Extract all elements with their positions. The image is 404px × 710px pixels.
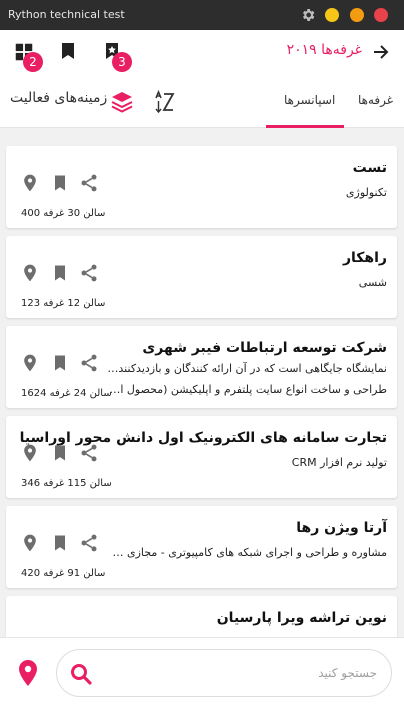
hall-booth-info: سالن 115 غرفه 346	[21, 478, 112, 489]
title-bar: Rython technical test	[0, 0, 404, 30]
search-input[interactable]	[101, 662, 377, 684]
search-bar	[0, 637, 404, 710]
bookmark-icon[interactable]	[50, 173, 70, 193]
list-item[interactable]: نوین تراشه ویرا پارسیان	[6, 596, 397, 637]
item-title: تجارت سامانه های الکترونیک اول دانش محور…	[19, 430, 387, 446]
location-pin-icon[interactable]	[20, 443, 40, 463]
share-icon[interactable]	[79, 173, 99, 193]
search-box[interactable]	[56, 649, 392, 697]
tab-sponsors[interactable]: اسپانسرها	[284, 93, 335, 107]
hall-booth-info: سالن 30 غرفه 400	[21, 208, 106, 219]
hall-booth-info: سالن 12 غرفه 123	[21, 298, 106, 309]
bookmarks-button[interactable]	[54, 38, 82, 66]
layers-icon[interactable]	[110, 90, 134, 114]
starred-count-badge: 3	[112, 52, 132, 72]
gear-icon[interactable]	[300, 7, 316, 23]
item-description: نمایشگاه جایگاهی است که در آن ارائه کنند…	[107, 362, 387, 375]
search-icon[interactable]	[69, 662, 93, 686]
share-icon[interactable]	[79, 353, 99, 373]
share-icon[interactable]	[79, 263, 99, 283]
window-title: Rython technical test	[8, 8, 125, 21]
page-title: غرفه‌ها ۲۰۱۹	[286, 42, 362, 58]
bookmark-icon	[62, 43, 74, 59]
location-pin-icon[interactable]	[20, 173, 40, 193]
arrow-back-icon[interactable]	[373, 44, 389, 60]
share-icon[interactable]	[79, 443, 99, 463]
bookmark-icon[interactable]	[50, 443, 70, 463]
item-title: نوین تراشه ویرا پارسیان	[216, 610, 387, 626]
active-tab-indicator	[266, 125, 344, 128]
item-description-line-2: طراحی و ساخت انواع سایت پلتفرم و اپلیکیش…	[107, 383, 387, 396]
item-title: شرکت توسعه ارتباطات فیبر شهری	[142, 340, 387, 356]
location-pin-icon[interactable]	[20, 353, 40, 373]
sort-az-icon[interactable]	[152, 89, 178, 115]
grid-count-badge: 2	[23, 52, 43, 72]
item-description: تولید نرم افزار CRM	[291, 456, 387, 469]
app-window: Rython technical test 2 3	[0, 0, 404, 710]
bookmark-icon[interactable]	[50, 533, 70, 553]
item-title: تست	[352, 160, 387, 176]
minimize-button[interactable]	[325, 8, 339, 22]
list-item[interactable]: آرتا ویژن رها مشاوره و طراحی و اجرای شبک…	[6, 506, 397, 588]
list-item[interactable]: تجارت سامانه های الکترونیک اول دانش محور…	[6, 416, 397, 498]
maximize-button[interactable]	[350, 8, 364, 22]
item-description: شسی	[358, 276, 387, 289]
location-pin-icon[interactable]	[20, 533, 40, 553]
location-pin-icon[interactable]	[20, 263, 40, 283]
share-icon[interactable]	[79, 533, 99, 553]
activity-fields-filter[interactable]: زمینه‌های فعالیت	[10, 90, 107, 106]
bookmark-icon[interactable]	[50, 353, 70, 373]
close-button[interactable]	[374, 8, 388, 22]
list-item[interactable]: راهکار شسی سالن 12 غرفه 123	[6, 236, 397, 318]
tab-booths[interactable]: غرفه‌ها	[358, 93, 393, 107]
item-title: راهکار	[342, 250, 387, 266]
list-item[interactable]: شرکت توسعه ارتباطات فیبر شهری نمایشگاه ج…	[6, 326, 397, 408]
app-bar: 2 3 غرفه‌ها ۲۰۱۹	[0, 30, 404, 75]
location-pin-icon[interactable]	[16, 659, 40, 687]
item-description: تکنولوژی	[345, 186, 387, 199]
list-item[interactable]: تست تکنولوژی سالن 30 غرفه 400	[6, 146, 397, 228]
sponsor-list: تست تکنولوژی سالن 30 غرفه 400 راهکار شسی	[0, 129, 404, 637]
tabs-bar: زمینه‌های فعالیت اسپانسرها غرفه‌ها	[0, 75, 404, 128]
item-title: آرتا ویژن رها	[296, 520, 387, 536]
hall-booth-info: سالن 24 غرفه 1624	[21, 388, 112, 399]
item-description: مشاوره و طراحی و اجرای شبکه های کامپیوتر…	[107, 546, 387, 559]
bookmark-icon[interactable]	[50, 263, 70, 283]
hall-booth-info: سالن 91 غرفه 420	[21, 568, 106, 579]
